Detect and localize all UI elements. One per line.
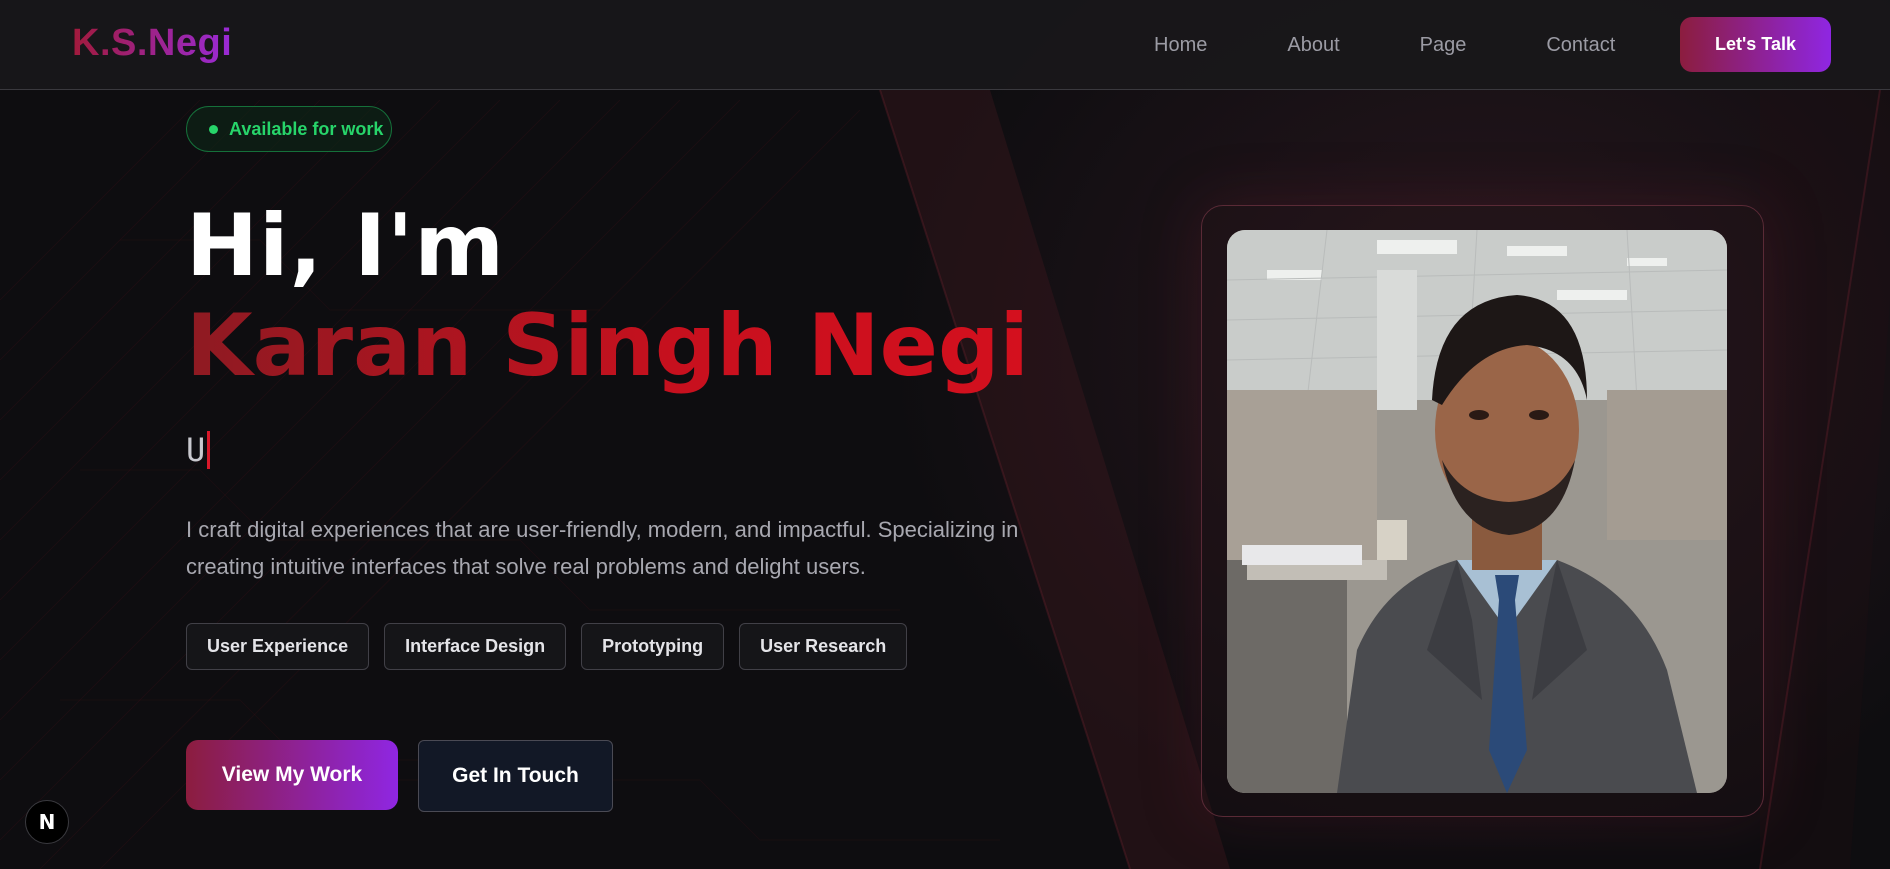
profile-photo	[1227, 230, 1727, 793]
view-my-work-button[interactable]: View My Work	[186, 740, 398, 810]
name-heading: Karan Singh Negi	[186, 296, 1029, 396]
nav-link-about[interactable]: About	[1287, 31, 1339, 59]
skill-chip: Interface Design	[384, 623, 567, 670]
skill-chip: User Research	[739, 623, 908, 670]
profile-photo-illustration	[1227, 230, 1727, 793]
hero-description: I craft digital experiences that are use…	[186, 517, 1019, 579]
get-in-touch-button[interactable]: Get In Touch	[418, 740, 613, 812]
availability-label: Available for work	[229, 118, 384, 139]
typed-text: U	[186, 431, 206, 469]
nextjs-icon[interactable]: N	[25, 800, 69, 844]
nav-menu: Home About Page Contact	[1154, 31, 1695, 59]
site-logo[interactable]: K.S.Negi	[72, 22, 232, 65]
typed-role-text: U	[186, 428, 211, 472]
availability-badge: Available for work	[186, 106, 392, 152]
nav-link-home[interactable]: Home	[1154, 31, 1207, 59]
greeting-heading: Hi, I'm	[186, 196, 506, 296]
lets-talk-button[interactable]: Let's Talk	[1680, 17, 1831, 72]
skills-list: User Experience Interface Design Prototy…	[186, 623, 922, 670]
skill-chip: User Experience	[186, 623, 370, 670]
typing-caret	[207, 431, 211, 469]
skill-chip: Prototyping	[581, 623, 725, 670]
nav-link-contact[interactable]: Contact	[1546, 31, 1615, 59]
nav-link-page[interactable]: Page	[1420, 31, 1467, 59]
status-dot-icon	[209, 124, 218, 134]
navbar: K.S.Negi Home About Page Contact Let's T…	[0, 0, 1890, 90]
